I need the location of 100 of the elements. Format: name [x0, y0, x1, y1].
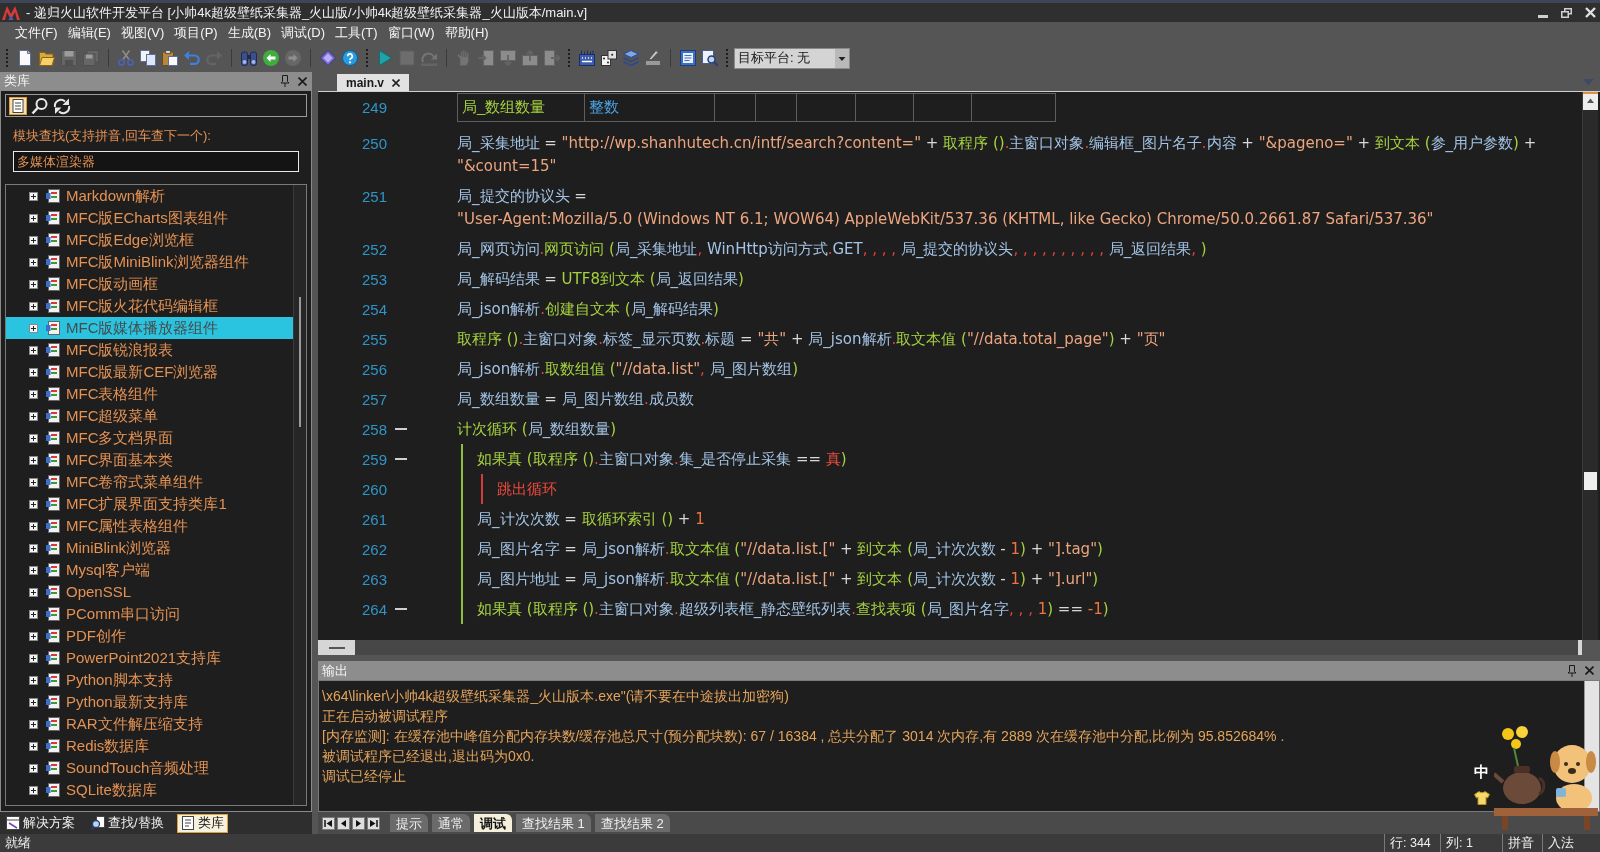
pin-icon[interactable] [1567, 664, 1577, 677]
tree-item[interactable]: PowerPoint2021支持库 [6, 647, 293, 669]
expand-icon[interactable] [29, 345, 38, 355]
expand-icon[interactable] [29, 477, 38, 487]
tree-item[interactable]: MFC版火花代码编辑框 [6, 295, 293, 317]
expand-icon[interactable] [29, 697, 38, 707]
left-arrow-circle-icon[interactable] [263, 50, 279, 66]
expand-icon[interactable] [29, 257, 38, 267]
panel-tab[interactable]: 查找/替换 [88, 813, 167, 833]
pen-tray-icon[interactable] [645, 50, 661, 66]
tree-item[interactable]: Markdown解析 [6, 185, 293, 207]
shirt-icon[interactable] [1474, 791, 1490, 805]
tree-item[interactable]: MFC卷帘式菜单组件 [6, 471, 293, 493]
expand-icon[interactable] [29, 323, 38, 333]
paste-icon[interactable] [162, 50, 178, 66]
menu-item[interactable]: 帮助(H) [439, 23, 494, 43]
expand-icon[interactable] [29, 631, 38, 641]
tree-item[interactable]: MFC扩展界面支持类库1 [6, 493, 293, 515]
tree-item[interactable]: Mysql客户端 [6, 559, 293, 581]
expand-icon[interactable] [29, 213, 38, 223]
tree-item[interactable]: MFC界面基本类 [6, 449, 293, 471]
vertical-scrollbar[interactable] [1582, 92, 1598, 640]
pin-icon[interactable] [280, 75, 290, 87]
menu-item[interactable]: 编辑(E) [62, 23, 116, 43]
expand-icon[interactable] [29, 411, 38, 421]
tree-item[interactable]: MFC版动画框 [6, 273, 293, 295]
tree-item[interactable]: PDF创作 [6, 625, 293, 647]
search-icon[interactable] [31, 96, 49, 115]
new-file-icon[interactable] [17, 50, 33, 66]
diamond-icon[interactable] [320, 50, 336, 66]
menu-item[interactable]: 生成(B) [222, 23, 276, 43]
expand-icon[interactable] [29, 279, 38, 289]
tree-item[interactable]: MFC版锐浪报表 [6, 339, 293, 361]
keyboard-icon[interactable] [579, 50, 595, 66]
help-icon[interactable] [342, 50, 358, 66]
menu-item[interactable]: 窗口(W) [382, 23, 440, 43]
output-tab[interactable]: 查找结果 1 [516, 814, 591, 832]
binoculars-icon[interactable] [241, 50, 257, 66]
expand-icon[interactable] [29, 301, 38, 311]
scroll-up-icon[interactable] [1583, 92, 1598, 110]
expand-icon[interactable] [29, 433, 38, 443]
expand-icon[interactable] [29, 719, 38, 729]
page-search-icon[interactable] [702, 50, 718, 66]
tree-item[interactable]: SQLite数据库 [6, 779, 293, 801]
expand-icon[interactable] [29, 785, 38, 795]
tree-item[interactable]: Python最新支持库 [6, 691, 293, 713]
tree-item[interactable]: MFC版最新CEF浏览器 [6, 361, 293, 383]
dice-icon[interactable] [601, 50, 617, 66]
expand-icon[interactable] [29, 367, 38, 377]
tree-item[interactable]: MFC版ECharts图表组件 [6, 207, 293, 229]
target-platform-dropdown[interactable]: 目标平台: 无 [734, 47, 850, 69]
tree-item[interactable]: RAR文件解压缩支持 [6, 713, 293, 735]
tree-item[interactable]: SoundTouch音频处理 [6, 757, 293, 779]
menu-item[interactable]: 文件(F) [10, 23, 63, 43]
menu-item[interactable]: 视图(V) [115, 23, 170, 43]
skip-to-start-icon[interactable] [322, 816, 335, 830]
output-tab[interactable]: 提示 [390, 814, 428, 832]
panel-tab[interactable]: 解决方案 [3, 813, 78, 833]
tree-item[interactable]: MFC属性表格组件 [6, 515, 293, 537]
close-icon[interactable] [1585, 666, 1594, 675]
open-folder-icon[interactable] [39, 50, 55, 66]
tree-item[interactable]: PComm串口访问 [6, 603, 293, 625]
tree-item[interactable]: MFC版媒体播放器组件 [6, 317, 293, 339]
menu-item[interactable]: 调试(D) [276, 23, 331, 43]
expand-icon[interactable] [29, 609, 38, 619]
tree-item[interactable]: OpenSSL [6, 581, 293, 603]
tree-item[interactable]: MFC超级菜单 [6, 405, 293, 427]
close-icon[interactable] [298, 76, 307, 86]
vertical-scrollbar[interactable] [293, 185, 306, 805]
tree-item[interactable]: Python脚本支持 [6, 669, 293, 691]
search-field[interactable]: 多媒体渲染器 [13, 151, 299, 172]
output-tab[interactable]: 查找结果 2 [594, 814, 670, 832]
scrollbar-thumb[interactable] [299, 297, 301, 427]
list-view-icon[interactable] [9, 96, 27, 115]
expand-icon[interactable] [29, 521, 38, 531]
menu-item[interactable]: 项目(P) [169, 23, 223, 43]
tree-item[interactable]: MiniBlink浏览器 [6, 537, 293, 559]
expand-icon[interactable] [29, 235, 38, 245]
expand-icon[interactable] [29, 763, 38, 773]
scrollbar-thumb[interactable] [1584, 472, 1597, 490]
layers-icon[interactable] [623, 50, 639, 66]
tree-item[interactable]: MFC表格组件 [6, 383, 293, 405]
expand-icon[interactable] [29, 675, 38, 685]
ime-mode-label[interactable]: 中 [1474, 763, 1489, 780]
output-tab[interactable]: 调试 [474, 814, 512, 832]
tree-item[interactable]: MFC版MiniBlink浏览器组件 [6, 251, 293, 273]
expand-icon[interactable] [29, 191, 38, 201]
next-icon[interactable] [352, 816, 365, 830]
expand-icon[interactable] [29, 565, 38, 575]
editor-tab[interactable]: main.v [337, 74, 409, 91]
output-tab[interactable]: 通常 [432, 814, 470, 832]
close-icon[interactable] [392, 78, 400, 87]
expand-icon[interactable] [29, 653, 38, 663]
expand-icon[interactable] [29, 543, 38, 553]
tree-item[interactable]: MFC多文档界面 [6, 427, 293, 449]
copy-icon[interactable] [140, 50, 156, 66]
expand-icon[interactable] [29, 499, 38, 509]
refresh-icon[interactable] [53, 96, 71, 115]
menu-item[interactable]: 工具(T) [330, 23, 383, 43]
expand-icon[interactable] [29, 389, 38, 399]
